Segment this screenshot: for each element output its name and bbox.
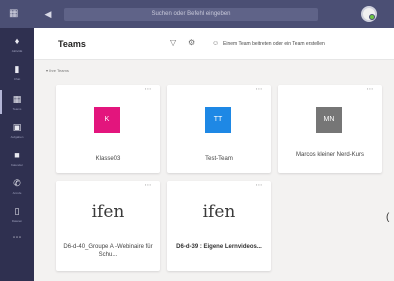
section-label-text: Ihre Teams	[49, 68, 69, 73]
phone-icon: ✆	[13, 178, 21, 188]
ifen-logo: ifen	[91, 202, 125, 222]
team-card[interactable]: ⋯ ifen D6-d-39 : Eigene Lernvideos...	[167, 181, 271, 271]
rail-item-label: Teams	[12, 107, 22, 111]
team-avatar: MN	[316, 107, 342, 133]
team-avatar: K	[94, 107, 120, 133]
page-title: Teams	[58, 39, 86, 49]
rail-item-files[interactable]: ▯ Dateien	[0, 200, 34, 228]
rail-item-calls[interactable]: ✆ Anrufe	[0, 172, 34, 200]
back-icon[interactable]: ◀	[41, 9, 55, 19]
team-card[interactable]: ⋯ MN Marcos kleiner Nerd-Kurs	[278, 85, 382, 173]
people-add-icon: ☺	[212, 40, 220, 47]
chat-icon: ▮	[14, 64, 20, 74]
rail-item-teams[interactable]: ▦ Teams	[0, 88, 34, 116]
team-card[interactable]: ⋯ K Klasse03	[56, 85, 160, 173]
section-label[interactable]: ▾ Ihre Teams	[46, 67, 126, 75]
rail-item-label: Anrufe	[12, 191, 22, 195]
more-options-icon[interactable]: ⋯	[253, 86, 265, 95]
rail-item-more[interactable]: ⋯	[0, 226, 34, 254]
rail-item-label: Chat	[13, 77, 21, 81]
search-input[interactable]: Suchen oder Befehl eingeben	[64, 8, 318, 21]
team-name: D6-d-40_Groupe A -Webinaire für Schu...	[63, 244, 153, 258]
more-options-icon[interactable]: ⋯	[142, 182, 154, 191]
rail-item-label: Kalender	[10, 163, 23, 167]
clipboard-icon: ▣	[12, 122, 22, 132]
team-name: Klasse03	[95, 156, 121, 162]
team-name: Marcos kleiner Nerd-Kurs	[295, 152, 365, 158]
rail-item-label: Aktivität	[11, 49, 23, 53]
filter-icon[interactable]: ▽	[170, 38, 180, 48]
presence-badge	[369, 14, 375, 20]
join-create-team-link[interactable]: Einem Team beitreten oder ein Team erste…	[223, 39, 381, 49]
team-card[interactable]: ⋯ ifen D6-d-40_Groupe A -Webinaire für S…	[56, 181, 160, 271]
bell-icon: ♦	[14, 36, 20, 46]
rail-item-chat[interactable]: ▮ Chat	[0, 58, 34, 86]
more-options-icon[interactable]: ⋯	[253, 182, 265, 191]
more-options-icon[interactable]: ⋯	[364, 86, 376, 95]
teams-icon: ▦	[12, 94, 22, 104]
team-name: D6-d-39 : Eigene Lernvideos...	[176, 244, 262, 250]
calendar-icon: ■	[14, 150, 20, 160]
gear-icon[interactable]: ⚙	[188, 38, 198, 48]
rail-item-activity[interactable]: ♦ Aktivität	[0, 30, 34, 58]
team-name: Test-Team	[205, 156, 233, 162]
rail-item-calendar[interactable]: ■ Kalender	[0, 144, 34, 172]
rail-item-assignments[interactable]: ▣ Aufgaben	[0, 116, 34, 144]
rail-item-label: Aufgaben	[10, 135, 24, 139]
more-icon: ⋯	[12, 232, 22, 242]
left-rail: ♦ Aktivität ▮ Chat ▦ Teams ▣ Aufgaben ■ …	[0, 28, 34, 281]
team-avatar: TT	[205, 107, 231, 133]
cursor-glyph: (	[386, 212, 390, 223]
rail-item-label: Dateien	[11, 219, 23, 223]
grid-icon[interactable]: ▦	[9, 8, 21, 20]
file-icon: ▯	[14, 206, 20, 216]
more-options-icon[interactable]: ⋯	[142, 86, 154, 95]
team-card[interactable]: ⋯ TT Test-Team	[167, 85, 271, 173]
ifen-logo: ifen	[202, 202, 236, 222]
